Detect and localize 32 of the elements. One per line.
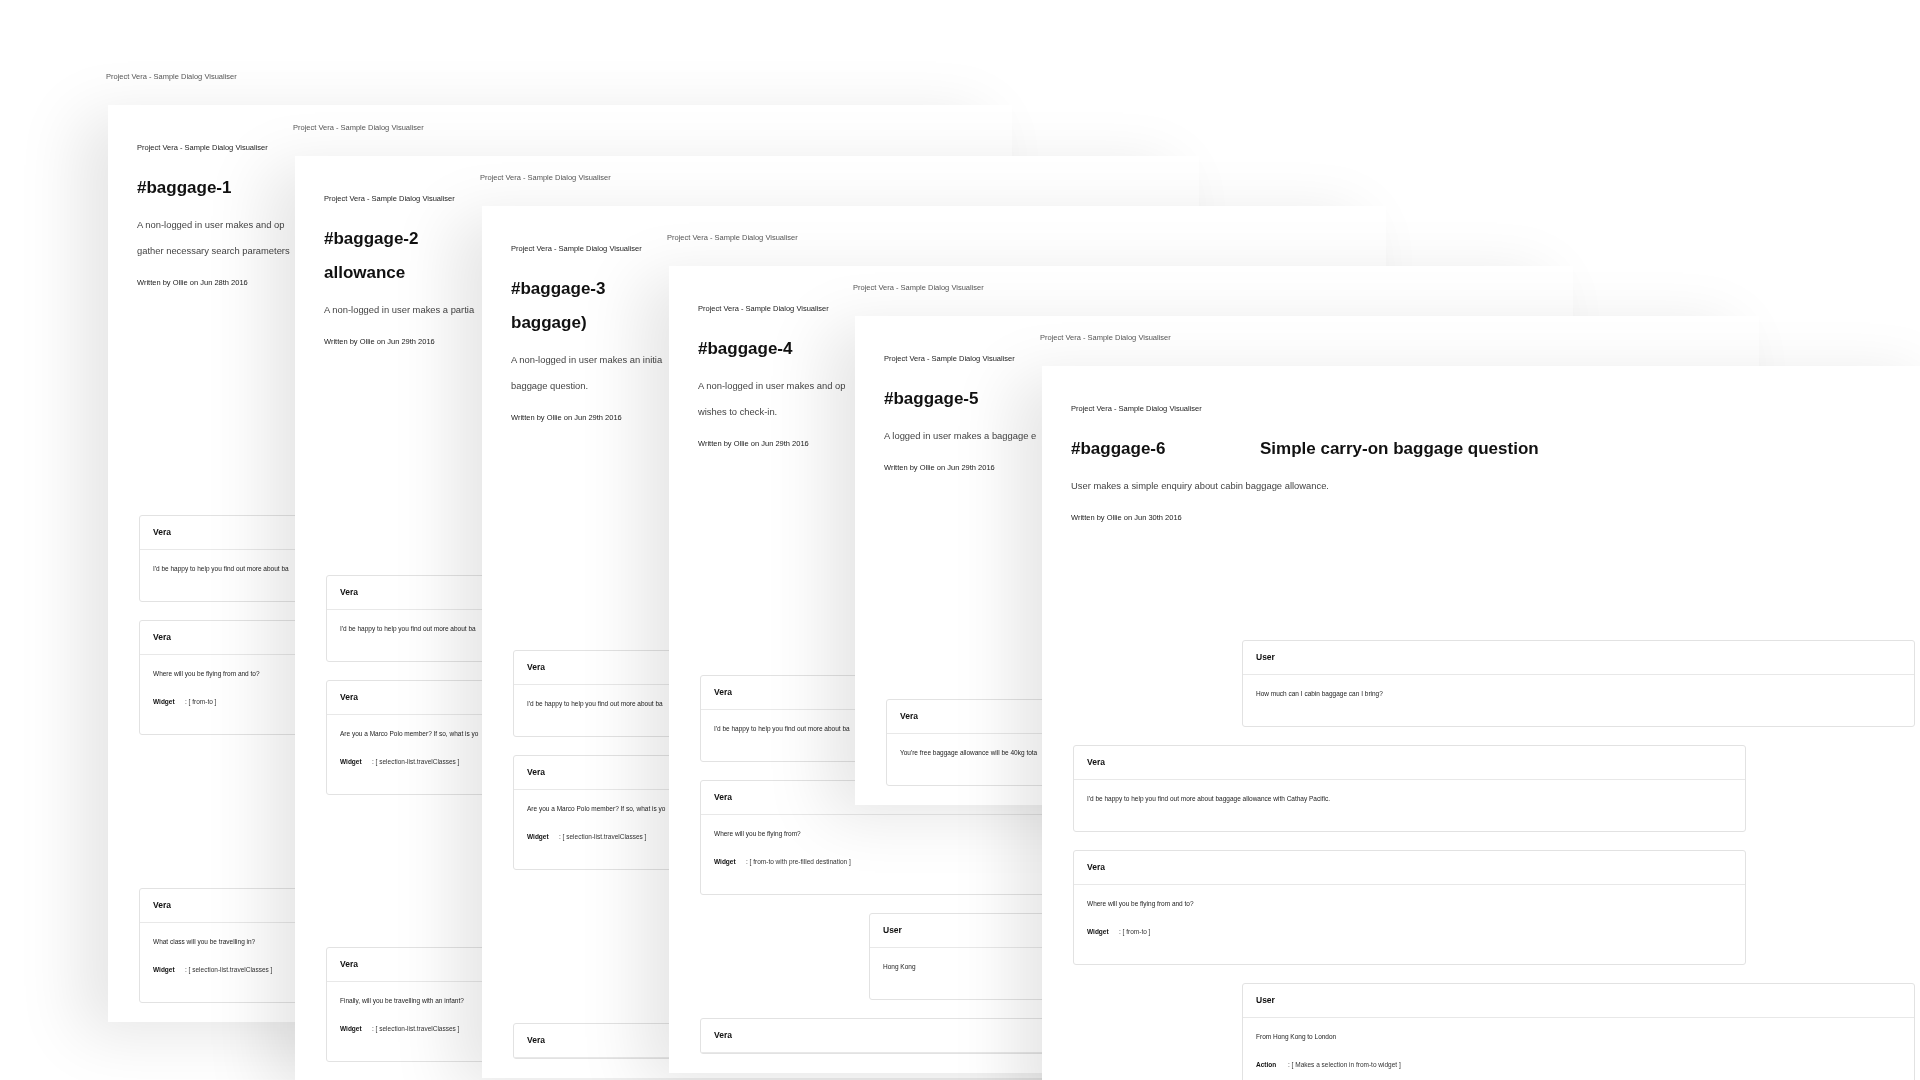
speaker-name: Vera [527,767,545,777]
scenario-title: Simple carry-on baggage question [1260,438,1539,460]
scenario-id: #baggage-2 [324,228,420,250]
speaker-name: Vera [900,711,918,721]
speaker-name: Vera [153,900,171,910]
speaker-name: Vera [340,959,358,969]
speaker-name: User [883,925,902,935]
scenario-description: User makes a simple enquiry about cabin baggage allowance. [1071,479,1329,493]
scenario-description: A non-logged in user makes a partia [324,303,475,317]
speaker-name: Vera [527,1035,545,1045]
scenario-description: A non-logged in user makes and op wishes to check-in. [698,379,846,419]
speaker-name: Vera [153,527,171,537]
speaker-name: Vera [153,632,171,642]
scenario-description: A non-logged in user makes and op gather necessary search parameters [137,218,290,258]
speaker-name: Vera [714,792,732,802]
speaker-name: Vera [340,692,358,702]
scenario-title: allowance [324,262,406,284]
speaker-name: Vera [1087,862,1105,872]
scenario-id: #baggage-1 [137,177,233,199]
scenario-title: baggage) [511,312,587,334]
scenario-id: #baggage-5 [884,388,980,410]
speaker-name: User [1256,652,1275,662]
speaker-name: Vera [714,687,732,697]
speaker-name: Vera [1087,757,1105,767]
scenario-description: A non-logged in user makes an initia baggage question. [511,353,663,393]
scenario-id: #baggage-6 [1071,438,1167,460]
speaker-name: Vera [340,587,358,597]
scenario-id: #baggage-3 [511,278,607,300]
speaker-name: User [1256,995,1275,1005]
speaker-name: Vera [714,1030,732,1040]
scenario-description: A logged in user makes a baggage e [884,429,1037,443]
speaker-name: Vera [527,662,545,672]
